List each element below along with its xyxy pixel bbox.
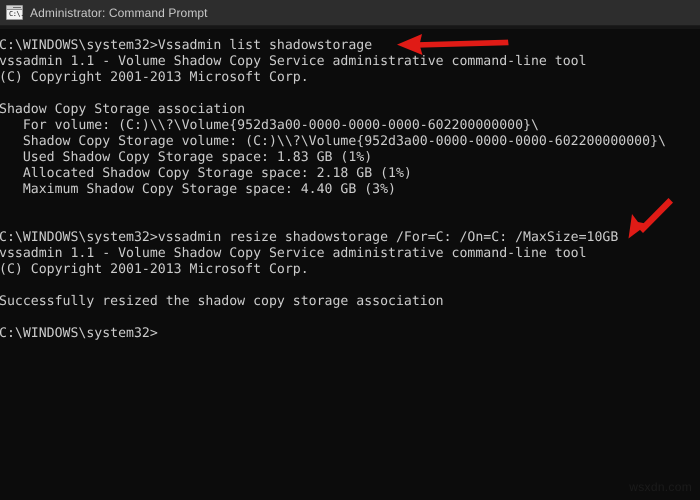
window-title: Administrator: Command Prompt	[30, 5, 208, 20]
console-icon-prompt-glyph: C:\.	[9, 10, 24, 18]
console-window-icon: C:\.	[6, 5, 24, 20]
console-output-area[interactable]: C:\WINDOWS\system32>Vssadmin list shadow…	[0, 29, 700, 500]
window-titlebar[interactable]: C:\. Administrator: Command Prompt	[0, 0, 700, 26]
command-prompt-window: C:\. Administrator: Command Prompt C:\WI…	[0, 0, 700, 500]
console-text: C:\WINDOWS\system32>Vssadmin list shadow…	[0, 38, 666, 341]
site-watermark: wsxdn.com	[629, 480, 692, 494]
